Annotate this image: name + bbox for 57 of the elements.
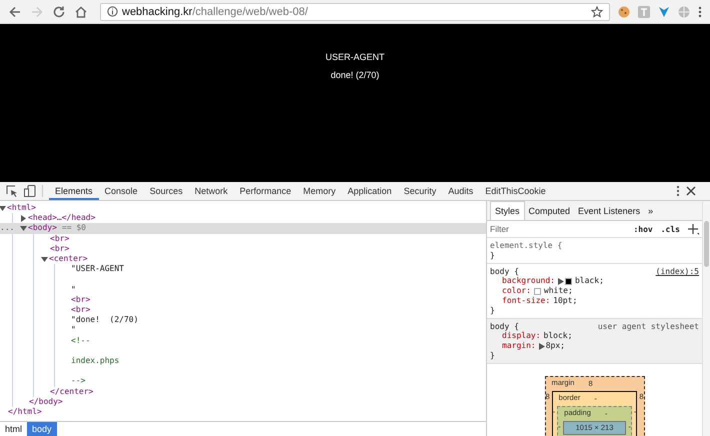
css-value[interactable]: block;	[544, 331, 572, 342]
devtools-tab[interactable]: Application	[342, 182, 398, 200]
css-property[interactable]: font-size:	[502, 296, 550, 306]
dom-tag[interactable]: <head>…</head>	[28, 213, 96, 224]
css-selector: body {	[490, 322, 519, 332]
closing-brace: }	[490, 250, 495, 260]
dom-tag[interactable]: <br>	[71, 305, 90, 316]
devtools-tab[interactable]: EditThisCookie	[479, 182, 552, 200]
css-value[interactable]: 10pt;	[553, 296, 578, 306]
dom-tag[interactable]: </html>	[8, 407, 42, 418]
devtools-tab[interactable]: Sources	[144, 182, 189, 200]
css-property[interactable]: background:	[502, 276, 555, 286]
css-selector: body {	[490, 266, 519, 276]
breadcrumb[interactable]: html	[0, 422, 28, 436]
dom-tag[interactable]: <br>	[50, 244, 70, 254]
dom-tag[interactable]: <body>	[28, 223, 57, 234]
dom-tag[interactable]: <br>	[50, 234, 70, 244]
devtools-tab[interactable]: Audits	[442, 182, 480, 200]
dom-tag[interactable]: <center>	[49, 254, 88, 264]
selected-node-marker: == $0	[62, 223, 86, 234]
styles-tab[interactable]: Event Listeners	[574, 201, 644, 220]
css-value[interactable]: black;	[574, 276, 604, 286]
css-selector: element.style {	[490, 241, 562, 251]
filter-toggle[interactable]: .cls	[660, 224, 680, 234]
node-text: "done! (2/70) "	[71, 315, 138, 336]
comment-text: <!-- index.phps -->	[71, 336, 120, 387]
styles-tab[interactable]: Styles	[490, 201, 525, 220]
page-text: USER-AGENT	[325, 52, 384, 62]
css-property[interactable]: color:	[502, 286, 531, 296]
dom-tag[interactable]: <br>	[71, 294, 90, 306]
dom-tag[interactable]: </body>	[29, 396, 63, 408]
css-value[interactable]: 8px;	[546, 341, 565, 351]
more-tabs-button[interactable]: »	[644, 201, 658, 220]
dom-tag[interactable]: <html>	[7, 203, 36, 214]
css-property[interactable]: margin:	[502, 341, 536, 351]
page-text: done! (2/70)	[330, 70, 380, 80]
filter-toggle[interactable]: :hov	[633, 224, 653, 234]
node-text: "USER-AGENT "	[71, 264, 124, 295]
source-link[interactable]: (index):5	[656, 266, 699, 276]
closing-brace: }	[490, 350, 495, 360]
dom-tag[interactable]: </center>	[50, 386, 94, 397]
devtools-tab[interactable]: Console	[98, 182, 144, 200]
devtools-tab[interactable]: Performance	[234, 182, 298, 200]
closing-brace: }	[490, 306, 495, 315]
css-value[interactable]: white;	[544, 286, 573, 296]
more-button[interactable]: ...	[0, 223, 14, 234]
css-property[interactable]: display:	[502, 331, 541, 342]
url-host: webhacking.kr	[122, 6, 192, 18]
source-label: user agent stylesheet	[598, 322, 699, 332]
url-path: /challenge/web/web-08/	[192, 6, 308, 18]
address-bar[interactable]: webhacking.kr/challenge/web/web-08/	[100, 2, 610, 20]
devtools-tab[interactable]: Security	[398, 182, 442, 200]
breadcrumb[interactable]: body	[27, 422, 57, 436]
styles-tab[interactable]: Computed	[524, 201, 574, 220]
devtools-tab[interactable]: Memory	[297, 182, 342, 200]
devtools-tab[interactable]: Elements	[49, 182, 99, 200]
devtools-tab[interactable]: Network	[188, 182, 234, 200]
